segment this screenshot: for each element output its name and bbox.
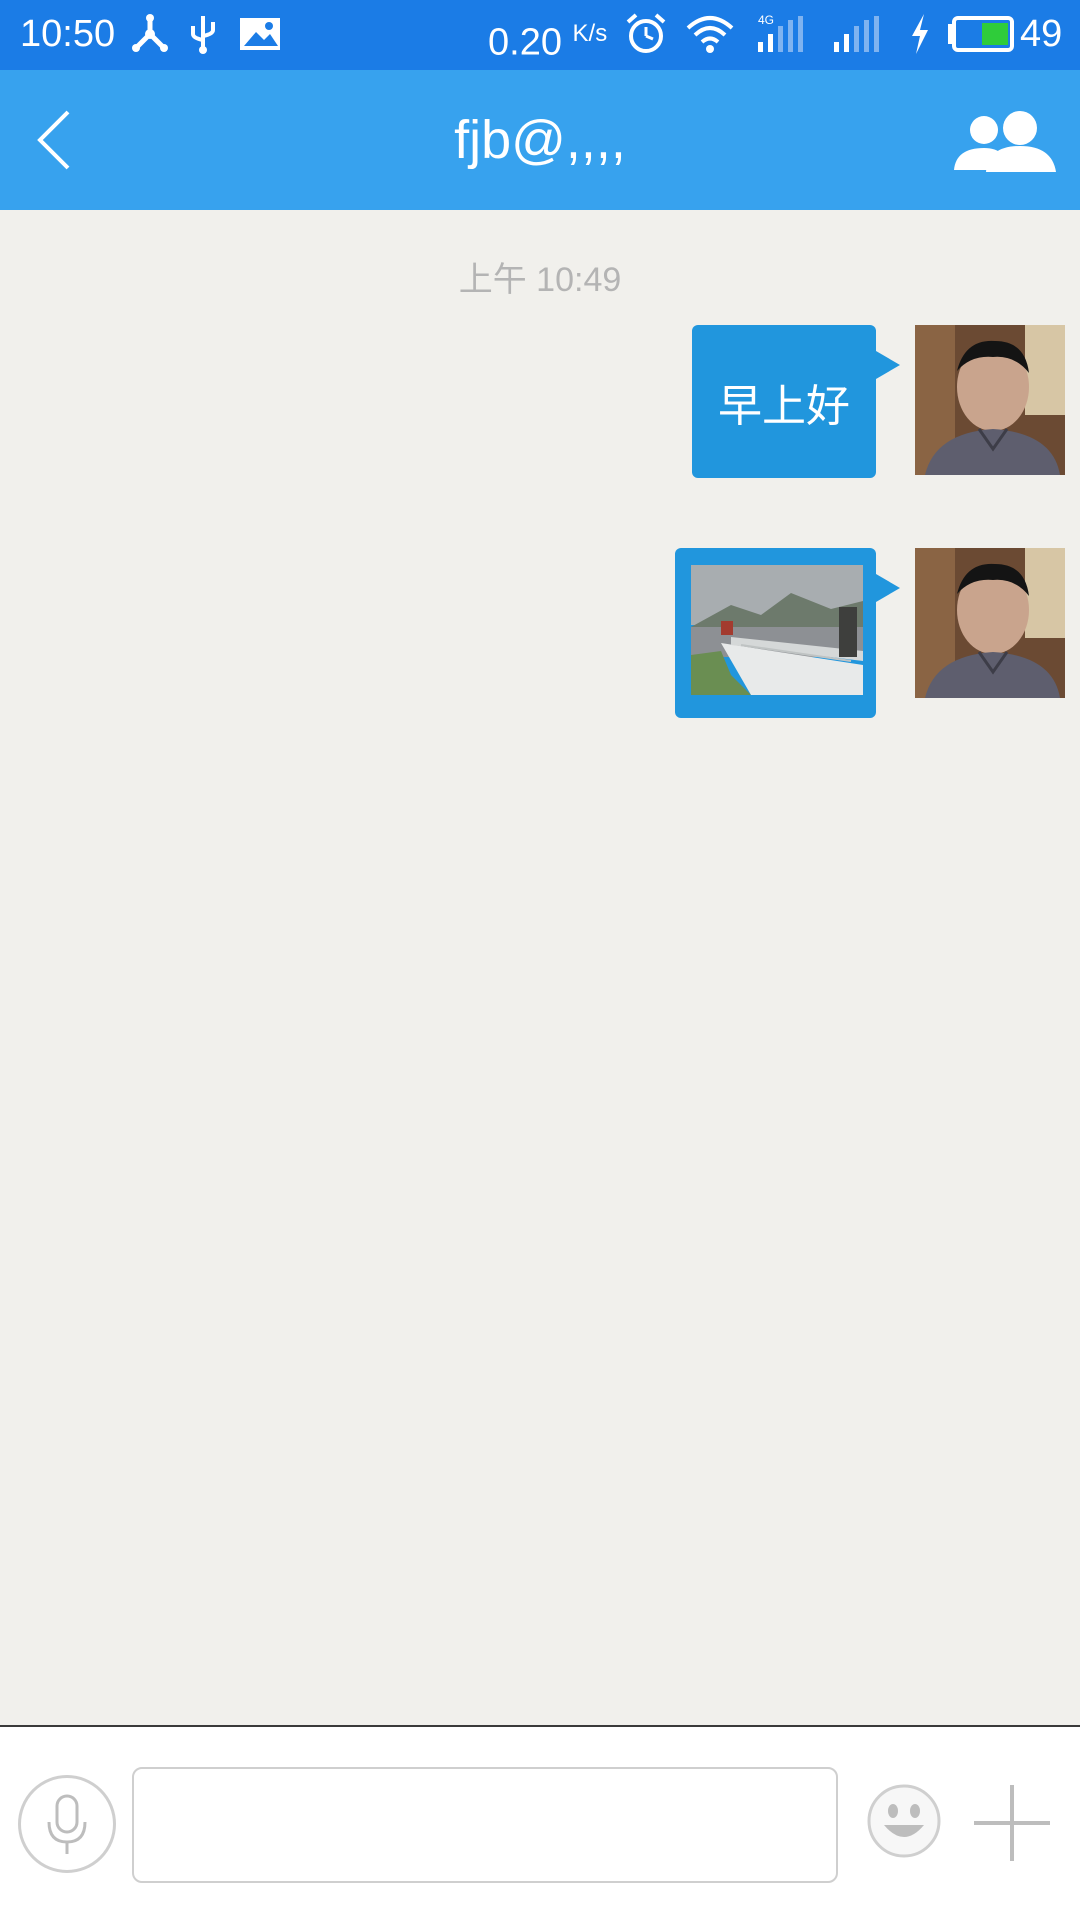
svg-text:4G: 4G <box>758 13 774 27</box>
battery-icon <box>948 16 1014 52</box>
wifi-icon <box>686 16 734 53</box>
signal-icon <box>834 16 879 52</box>
message-timestamp: 上午 10:49 <box>458 261 622 299</box>
message-bubble-image[interactable] <box>675 548 900 718</box>
microphone-icon <box>47 1794 87 1854</box>
plus-icon[interactable] <box>972 1783 1052 1863</box>
input-bar <box>0 1725 1080 1922</box>
message-input[interactable] <box>132 1767 838 1883</box>
alarm-icon <box>626 13 666 53</box>
charging-icon <box>912 14 928 54</box>
title-bar: fjb@,,,, <box>0 70 1080 210</box>
message-text: 早上好 <box>718 380 850 432</box>
share-icon <box>132 14 168 52</box>
avatar[interactable] <box>915 325 1065 475</box>
status-bar: 10:50 0.20 K/s 4G 49 <box>0 0 1080 70</box>
status-time: 10:50 <box>20 13 116 55</box>
net-speed-unit: K/s <box>572 20 608 47</box>
avatar[interactable] <box>915 548 1065 698</box>
net-speed: 0.20 K/s <box>488 20 608 64</box>
signal-4g-icon: 4G <box>758 13 803 52</box>
usb-icon <box>191 16 215 54</box>
message-photo[interactable] <box>691 565 863 695</box>
voice-button[interactable] <box>18 1775 116 1873</box>
battery-level: 49 <box>1020 13 1063 55</box>
group-icon[interactable] <box>950 108 1060 178</box>
message-bubble-text[interactable]: 早上好 <box>692 325 900 478</box>
image-icon <box>240 18 280 50</box>
emoji-icon[interactable] <box>866 1783 942 1859</box>
chat-title: fjb@,,,, <box>454 110 626 170</box>
